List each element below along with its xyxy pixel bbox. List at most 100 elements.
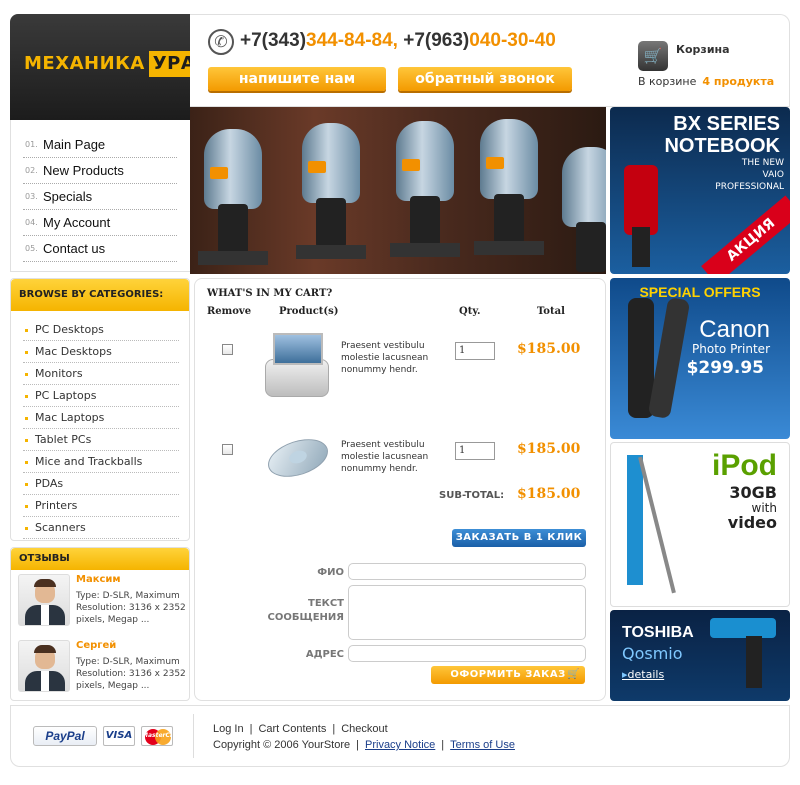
core-drill-image	[627, 455, 643, 585]
callback-button[interactable]: обратный звонок	[398, 67, 572, 91]
nail-gun-image	[390, 111, 460, 261]
checkout-link[interactable]: Checkout	[341, 723, 387, 735]
cart-count[interactable]: 4 продукта	[702, 75, 774, 88]
promo-banner-special-offers[interactable]: SPECIAL OFFERS Canon Photo Printer $299.…	[610, 278, 790, 439]
category-link[interactable]: Printers	[23, 495, 179, 517]
phone2-number: 040-30-40	[469, 30, 556, 51]
category-link[interactable]: Mac Desktops	[23, 341, 179, 363]
category-link[interactable]: Scanners	[23, 517, 179, 539]
promo-banner-toshiba[interactable]: TOSHIBA Qosmio details	[610, 610, 790, 701]
column-header-remove: Remove	[207, 306, 252, 317]
product-image-mouse[interactable]	[263, 427, 333, 497]
review-author[interactable]: Максим	[76, 574, 121, 585]
categories-panel: BROWSE BY CATEGORIES: PC Desktops Mac De…	[10, 278, 190, 541]
cart-summary: В корзине 4 продукта	[638, 75, 774, 88]
reviews-title: ОТЗЫВЫ	[11, 548, 189, 570]
nav-item-label[interactable]: New Products	[43, 163, 124, 178]
remove-checkbox[interactable]	[222, 344, 233, 355]
login-link[interactable]: Log In	[213, 723, 244, 735]
category-link[interactable]: Mac Laptops	[23, 407, 179, 429]
nail-gun-image	[474, 109, 544, 259]
one-click-order-button[interactable]: ЗАКАЗАТЬ В 1 КЛИК	[452, 529, 586, 547]
promo-subtitle: THE NEW VAIO PROFESSIONAL	[715, 157, 784, 193]
nav-item-label[interactable]: Contact us	[43, 241, 105, 256]
nav-item-new-products[interactable]: 02. New Products	[23, 158, 177, 184]
nav-item-specials[interactable]: 03. Specials	[23, 184, 177, 210]
promo-brand: TOSHIBA	[622, 624, 694, 641]
nav-item-label[interactable]: Specials	[43, 189, 92, 204]
quantity-input[interactable]: 1	[455, 442, 495, 460]
nav-item-main-page[interactable]: 01. Main Page	[23, 132, 177, 158]
subtotal-value: $185.00	[517, 486, 581, 502]
footer: PayPal VISA MasterCard Log In|Cart Conte…	[10, 705, 790, 767]
message-label: ТЕКСТ СООБЩЕНИЯ	[267, 598, 345, 623]
logo-area: МЕХАНИКА УРАЛА	[10, 14, 230, 120]
promo-product: Qosmio	[622, 644, 683, 663]
nav-item-label[interactable]: Main Page	[43, 137, 105, 152]
nail-gun-image	[296, 113, 366, 263]
visa-logo: VISA	[103, 726, 135, 746]
category-link[interactable]: PC Desktops	[23, 319, 179, 341]
subtotal-label: SUB-TOTAL:	[439, 490, 505, 501]
category-link[interactable]: Monitors	[23, 363, 179, 385]
footer-copyright: Copyright © 2006 YourStore | Privacy Notic…	[213, 739, 515, 751]
terms-link[interactable]: Terms of Use	[450, 739, 515, 751]
write-us-button[interactable]: напишите нам	[208, 67, 386, 91]
nav-item-my-account[interactable]: 04. My Account	[23, 210, 177, 236]
paypal-logo: PayPal	[33, 726, 97, 746]
hero-banner-nail-guns[interactable]	[190, 107, 606, 274]
product-image-pda[interactable]	[265, 329, 329, 399]
category-link[interactable]: PDAs	[23, 473, 179, 495]
column-header-products: Product(s)	[279, 306, 339, 317]
nav-item-number: 01.	[25, 140, 38, 149]
place-order-label: ОФОРМИТЬ ЗАКАЗ	[450, 669, 566, 680]
cart-contents-link[interactable]: Cart Contents	[258, 723, 326, 735]
category-link[interactable]: Mice and Trackballs	[23, 451, 179, 473]
promo-subtitle-line1: THE NEW	[741, 158, 784, 168]
nav-item-number: 05.	[25, 244, 38, 253]
nav-item-contact-us[interactable]: 05. Contact us	[23, 236, 177, 262]
footer-links: Log In | Cart Contents | Checkout	[213, 723, 388, 735]
cart-title[interactable]: Корзина	[676, 43, 730, 56]
review-author[interactable]: Сергей	[76, 640, 116, 651]
cart-heading: WHAT'S IN MY CART?	[207, 288, 333, 299]
promo-subtitle-line3: PROFESSIONAL	[715, 182, 784, 192]
product-description: Praesent vestibulu molestie lacusnean no…	[341, 341, 429, 375]
category-link[interactable]: PC Laptops	[23, 385, 179, 407]
remove-checkbox[interactable]	[222, 444, 233, 455]
cart-icon[interactable]: 🛒	[638, 41, 668, 71]
message-field[interactable]	[348, 585, 586, 640]
cart-icon: 🛒	[567, 669, 580, 680]
quantity-input[interactable]: 1	[455, 342, 495, 360]
address-label: АДРЕС	[305, 649, 344, 660]
phone-numbers: +7(343)344-84-84, +7(963)040-30-40	[240, 30, 556, 52]
cart-panel: WHAT'S IN MY CART? Remove Product(s) Qty…	[194, 278, 606, 701]
promo-brand: Canon	[699, 316, 770, 343]
column-header-qty: Qty.	[459, 306, 481, 317]
category-link[interactable]: Tablet PCs	[23, 429, 179, 451]
logo-text-part1: МЕХАНИКА	[24, 53, 145, 74]
nav-item-number: 02.	[25, 166, 38, 175]
review-text: Type: D-SLR, Maximum Resolution: 3136 x …	[76, 591, 186, 625]
name-field[interactable]	[348, 563, 586, 580]
address-field[interactable]	[348, 645, 586, 662]
main-nav: 01. Main Page 02. New Products 03. Speci…	[10, 120, 190, 272]
phone2-code: +7(963)	[403, 30, 470, 51]
phone1-number: 344-84-84,	[306, 30, 398, 51]
reviews-panel: ОТЗЫВЫ Максим Type: D-SLR, Maximum Resol…	[10, 547, 190, 701]
header-panel: ✆ +7(343)344-84-84, +7(963)040-30-40 нап…	[190, 14, 790, 107]
sale-ribbon: АКЦИЯ	[701, 195, 790, 274]
promo-banner-bx-series[interactable]: BX SERIES NOTEBOOK THE NEW VAIO PROFESSI…	[610, 107, 790, 274]
privacy-link[interactable]: Privacy Notice	[365, 739, 435, 751]
promo-title-line2: NOTEBOOK	[664, 135, 780, 157]
details-link[interactable]: details	[622, 668, 665, 681]
place-order-button[interactable]: ОФОРМИТЬ ЗАКАЗ 🛒	[431, 666, 585, 684]
core-drill-stand	[638, 456, 676, 594]
line-total: $185.00	[517, 441, 581, 457]
review-text: Type: D-SLR, Maximum Resolution: 3136 x …	[76, 657, 186, 691]
nail-gun-image	[198, 119, 268, 269]
promo-banner-ipod[interactable]: iPod 30GB with video	[610, 442, 790, 607]
promo-price: $299.95	[686, 358, 764, 378]
nav-item-label[interactable]: My Account	[43, 215, 110, 230]
promo-product: Photo Printer	[692, 342, 770, 356]
